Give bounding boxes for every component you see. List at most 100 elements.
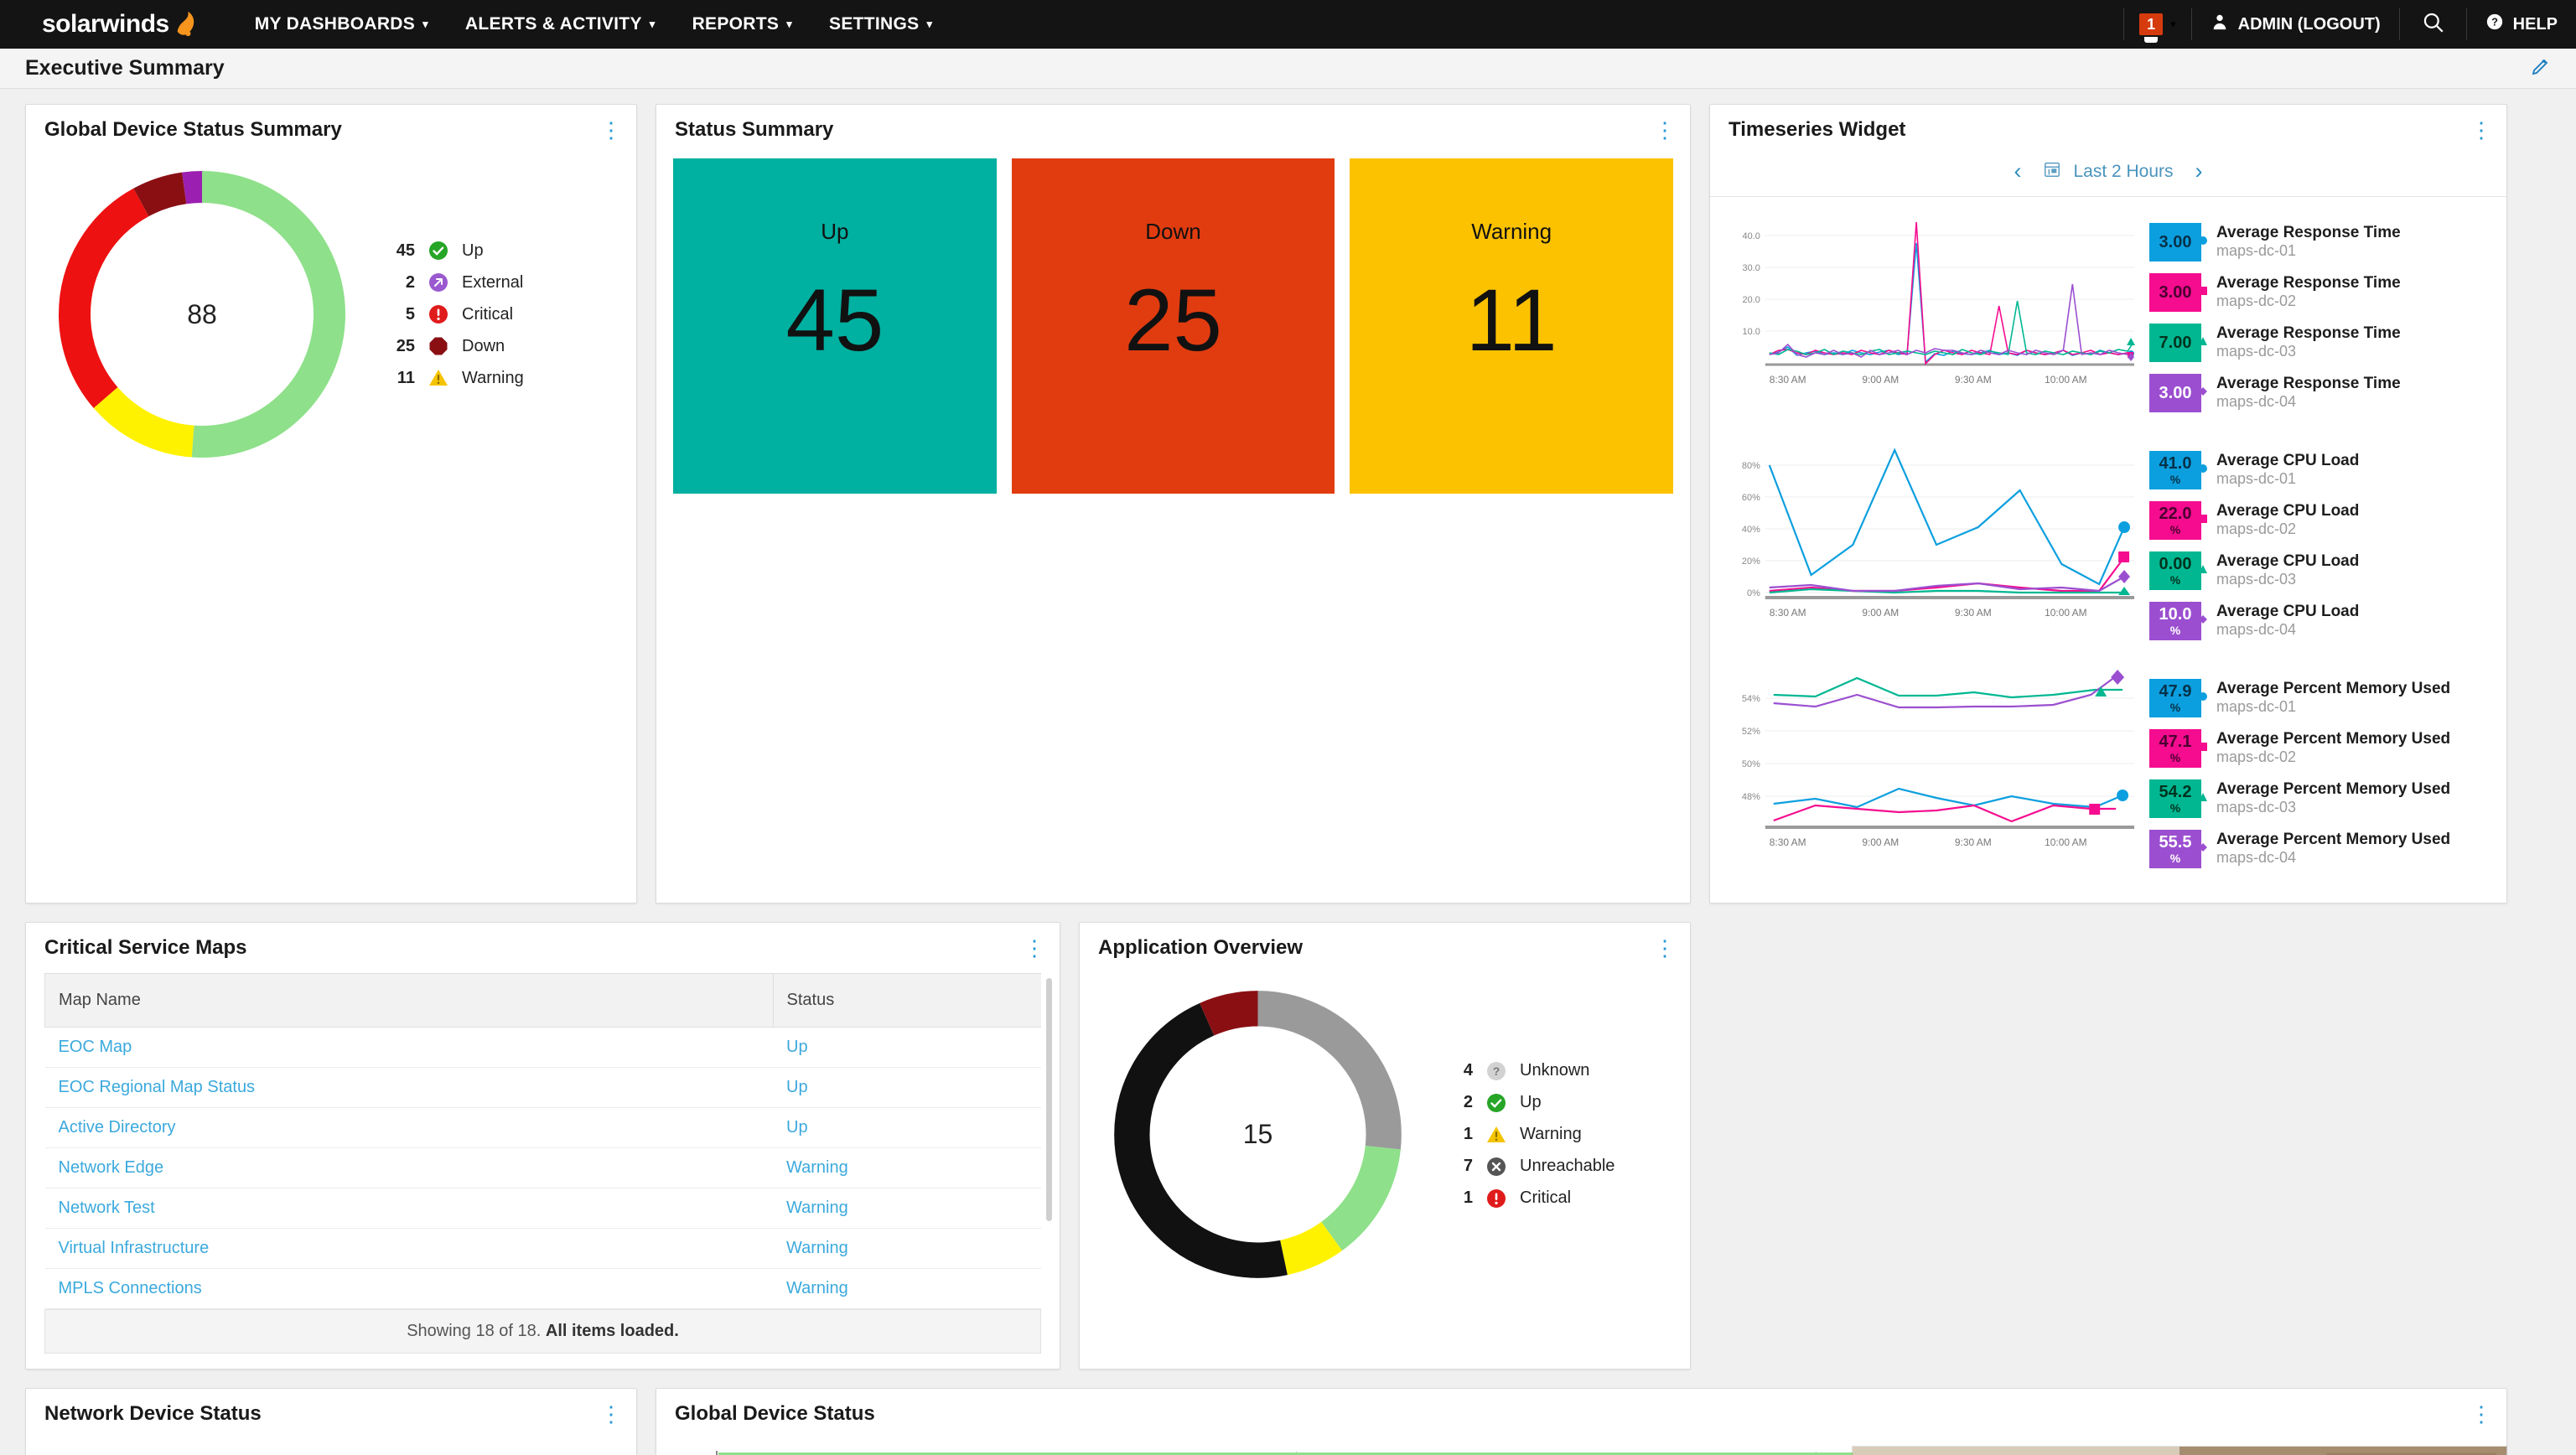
legend-item[interactable]: 47.1 % Average Percent Memory Used maps-… bbox=[2149, 723, 2493, 774]
status-tile-up[interactable]: Up 45 bbox=[673, 158, 997, 494]
cell-status[interactable]: Warning bbox=[773, 1147, 1041, 1188]
table-row[interactable]: EOC Map Up bbox=[44, 1027, 1041, 1068]
svg-text:60%: 60% bbox=[1742, 493, 1760, 503]
tile-label: Down bbox=[1145, 219, 1201, 244]
video-participant-left[interactable] bbox=[1853, 1447, 2179, 1455]
legend-item[interactable]: 7 Unreachable bbox=[1434, 1151, 1615, 1183]
legend-item[interactable]: 5 Critical bbox=[376, 298, 524, 330]
legend-item[interactable]: 41.0 % Average CPU Load maps-dc-01 bbox=[2149, 445, 2493, 495]
cell-map-name[interactable]: EOC Regional Map Status bbox=[44, 1067, 773, 1108]
legend-item[interactable]: 45 Up bbox=[376, 235, 524, 267]
network-device-status-pie bbox=[43, 1439, 361, 1455]
cell-map-name[interactable]: Active Directory bbox=[44, 1107, 773, 1148]
video-call-overlay[interactable] bbox=[1853, 1447, 2506, 1455]
widget-menu-button[interactable]: ⋮ bbox=[1023, 936, 1048, 961]
chevron-right-icon[interactable]: › bbox=[2195, 158, 2203, 184]
table-scrollbar[interactable] bbox=[1046, 978, 1052, 1221]
donut-center-value: 15 bbox=[1242, 1119, 1273, 1149]
cell-map-name[interactable]: Network Test bbox=[44, 1188, 773, 1229]
legend-text: Average Response Time maps-dc-03 bbox=[2216, 324, 2401, 360]
global-device-status-donut: 88 bbox=[43, 155, 361, 474]
status-legend: 45 Up 2 External 5 Critical 25 Down 11 W… bbox=[376, 235, 524, 394]
widget-menu-button[interactable]: ⋮ bbox=[599, 1402, 625, 1427]
warning-triangle-icon bbox=[1484, 1125, 1509, 1145]
widget-menu-button[interactable]: ⋮ bbox=[1653, 936, 1678, 961]
legend-item[interactable]: 1 Critical bbox=[1434, 1183, 1615, 1214]
legend-item[interactable]: 3.00 Average Response Time maps-dc-04 bbox=[2149, 368, 2493, 418]
help-button[interactable]: ? HELP bbox=[2467, 0, 2576, 49]
video-participant-right[interactable] bbox=[2179, 1447, 2506, 1455]
cell-map-name[interactable]: MPLS Connections bbox=[44, 1268, 773, 1309]
legend-text: Average Percent Memory Used maps-dc-03 bbox=[2216, 780, 2450, 816]
widget-header: Timeseries Widget ⋮ bbox=[1710, 105, 2506, 148]
search-button[interactable] bbox=[2400, 0, 2466, 49]
legend-metric: Average Response Time bbox=[2216, 224, 2401, 242]
svg-text:54%: 54% bbox=[1742, 694, 1760, 704]
legend-count: 25 bbox=[396, 336, 415, 355]
status-tile-down[interactable]: Down 25 bbox=[1011, 158, 1335, 494]
legend-item[interactable]: 3.00 Average Response Time maps-dc-02 bbox=[2149, 267, 2493, 318]
legend-count: 1 bbox=[1463, 1125, 1473, 1143]
cell-map-name[interactable]: Virtual Infrastructure bbox=[44, 1228, 773, 1269]
legend-item[interactable]: 0.00 % Average CPU Load maps-dc-03 bbox=[2149, 546, 2493, 596]
legend-item[interactable]: 1 Warning bbox=[1434, 1119, 1615, 1151]
pencil-icon[interactable] bbox=[2531, 56, 2551, 80]
legend-item[interactable]: 3.00 Average Response Time maps-dc-01 bbox=[2149, 217, 2493, 267]
table-row[interactable]: EOC Regional Map Status Up bbox=[44, 1067, 1041, 1108]
legend-value: 0.00 bbox=[2159, 554, 2192, 573]
nav-settings[interactable]: SETTINGS ▾ bbox=[811, 0, 951, 49]
nav-my-dashboards[interactable]: MY DASHBOARDS ▾ bbox=[236, 0, 447, 49]
status-tile-warning[interactable]: Warning 11 bbox=[1350, 158, 1674, 494]
table-row[interactable]: Network Test Warning bbox=[44, 1188, 1041, 1229]
column-header-status[interactable]: Status bbox=[772, 973, 1041, 1028]
legend-item[interactable]: 47.9 % Average Percent Memory Used maps-… bbox=[2149, 673, 2493, 723]
legend-item[interactable]: 2 External bbox=[376, 267, 524, 298]
cell-map-name[interactable]: Network Edge bbox=[44, 1147, 773, 1188]
cell-status[interactable]: Up bbox=[773, 1107, 1041, 1148]
legend-item[interactable]: 54.2 % Average Percent Memory Used maps-… bbox=[2149, 774, 2493, 824]
legend-text: Average Percent Memory Used maps-dc-01 bbox=[2216, 680, 2450, 716]
legend-item[interactable]: 25 Down bbox=[376, 330, 524, 362]
widget-menu-button[interactable]: ⋮ bbox=[2470, 118, 2495, 143]
svg-text:9:00 AM: 9:00 AM bbox=[1862, 836, 1899, 848]
widget-menu-button[interactable]: ⋮ bbox=[2470, 1402, 2495, 1427]
cell-map-name[interactable]: EOC Map bbox=[44, 1027, 773, 1068]
legend-count: 1 bbox=[1463, 1188, 1473, 1207]
alerts-indicator[interactable]: 1 ▾ bbox=[2124, 0, 2191, 49]
nav-reports[interactable]: REPORTS ▾ bbox=[674, 0, 811, 49]
time-range-button[interactable]: Last 2 Hours bbox=[2043, 160, 2174, 184]
cell-status[interactable]: Up bbox=[773, 1067, 1041, 1108]
table-row[interactable]: Network Edge Warning bbox=[44, 1147, 1041, 1188]
cell-status[interactable]: Warning bbox=[773, 1228, 1041, 1269]
legend-unit: % bbox=[2169, 800, 2181, 815]
svg-text:8:30 AM: 8:30 AM bbox=[1770, 607, 1806, 619]
legend-value-chip: 47.1 % bbox=[2149, 729, 2207, 768]
cell-status[interactable]: Warning bbox=[773, 1188, 1041, 1229]
cell-status[interactable]: Up bbox=[773, 1027, 1041, 1068]
chevron-left-icon[interactable]: ‹ bbox=[2014, 158, 2021, 184]
solarwinds-logo[interactable]: solarwinds bbox=[0, 0, 208, 49]
admin-logout-button[interactable]: ADMIN (LOGOUT) bbox=[2192, 0, 2399, 49]
widget-menu-button[interactable]: ⋮ bbox=[1653, 118, 1678, 143]
legend-item[interactable]: 4 ? Unknown bbox=[1434, 1055, 1615, 1087]
widget-menu-button[interactable]: ⋮ bbox=[599, 118, 625, 143]
dashboard-row-1: Global Device Status Summary ⋮ 88 45 Up … bbox=[25, 104, 2551, 904]
legend-item[interactable]: 22.0 % Average CPU Load maps-dc-02 bbox=[2149, 495, 2493, 546]
table-row[interactable]: Active Directory Up bbox=[44, 1107, 1041, 1148]
legend-item[interactable]: 7.00 Average Response Time maps-dc-03 bbox=[2149, 318, 2493, 368]
legend-value: 54.2 bbox=[2159, 782, 2192, 801]
legend-item[interactable]: 10.0 % Average CPU Load maps-dc-04 bbox=[2149, 596, 2493, 646]
legend-metric: Average CPU Load bbox=[2216, 452, 2360, 470]
cell-status[interactable]: Warning bbox=[773, 1268, 1041, 1309]
time-range-selector: ‹ Last 2 Hours › bbox=[1710, 148, 2506, 197]
nav-alerts-activity[interactable]: ALERTS & ACTIVITY ▾ bbox=[447, 0, 674, 49]
legend-item[interactable]: 11 Warning bbox=[376, 362, 524, 394]
table-row[interactable]: MPLS Connections Warning bbox=[44, 1268, 1041, 1309]
column-header-map-name[interactable]: Map Name bbox=[44, 973, 773, 1028]
legend-metric: Average Response Time bbox=[2216, 375, 2401, 393]
table-row[interactable]: Virtual Infrastructure Warning bbox=[44, 1228, 1041, 1269]
legend-item[interactable]: 55.5 % Average Percent Memory Used maps-… bbox=[2149, 824, 2493, 874]
legend-item[interactable]: 2 Up bbox=[1434, 1087, 1615, 1119]
widget-header: Global Device Status ⋮ bbox=[656, 1389, 2506, 1432]
page-title: Executive Summary bbox=[25, 56, 225, 80]
